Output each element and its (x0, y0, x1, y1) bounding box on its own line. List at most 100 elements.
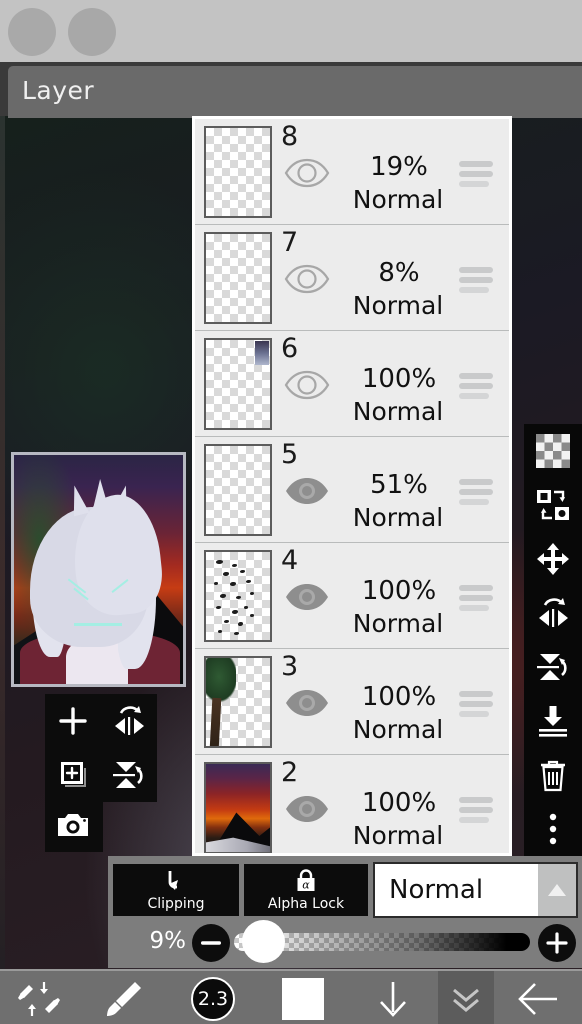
blend-mode-value: Normal (389, 875, 484, 905)
layer-thumbnail[interactable] (204, 656, 272, 748)
layer-drag-handle[interactable] (459, 267, 493, 293)
layer-opacity-value: 100% (361, 576, 437, 606)
rotate-flip-h-button[interactable] (524, 586, 582, 640)
more-vertical-icon (548, 813, 558, 845)
layer-row[interactable]: 8 19% Normal (195, 119, 509, 225)
transparency-button[interactable] (524, 424, 582, 478)
layer-opacity-value: 100% (361, 364, 437, 394)
download-button[interactable] (348, 971, 438, 1024)
color-swatch-button[interactable] (258, 971, 348, 1024)
floating-layer-tools (45, 694, 157, 852)
top-toolbar-strip (0, 0, 582, 62)
opacity-slider-knob[interactable] (242, 920, 285, 963)
move-layer-button[interactable] (524, 532, 582, 586)
layer-thumbnail[interactable] (204, 126, 272, 218)
brush-size-button[interactable]: 2.3 (168, 971, 258, 1024)
layer-opacity-value: 100% (361, 682, 437, 712)
back-button[interactable] (494, 971, 582, 1024)
flip-horizontal-icon (534, 596, 572, 630)
layer-drag-handle[interactable] (459, 373, 493, 399)
layer-number: 7 (281, 227, 299, 258)
layer-drag-handle[interactable] (459, 479, 493, 505)
layer-thumbnail[interactable] (204, 550, 272, 642)
layer-row[interactable]: 3 100% Normal (195, 649, 509, 755)
layer-row[interactable]: 7 8% Normal (195, 225, 509, 331)
clipping-button[interactable]: Clipping (113, 864, 239, 916)
collapse-panel-button[interactable] (438, 971, 494, 1024)
brush-tool-button[interactable] (78, 971, 168, 1024)
layer-blend-mode: Normal (352, 503, 444, 532)
add-layer-button[interactable] (45, 694, 101, 748)
merge-down-button[interactable] (524, 694, 582, 748)
tool-circle-2[interactable] (68, 8, 116, 56)
layer-thumbnail[interactable] (204, 338, 272, 430)
flip-vertical-icon (110, 757, 148, 793)
layer-drag-handle[interactable] (459, 691, 493, 717)
layer-blend-mode: Normal (352, 609, 444, 638)
layer-blend-mode: Normal (352, 715, 444, 744)
opacity-decrease-button[interactable] (192, 924, 230, 962)
merge-down-icon (536, 704, 570, 738)
blend-mode-select[interactable]: Normal (373, 862, 578, 918)
swap-layer-button[interactable] (524, 478, 582, 532)
flip-horizontal-icon (110, 704, 148, 738)
chevron-up-icon (546, 882, 568, 898)
canvas-preview-thumbnail (11, 452, 186, 687)
layer-row[interactable]: 4 100% Normal (195, 543, 509, 649)
layer-drag-handle[interactable] (459, 585, 493, 611)
camera-button[interactable] (45, 798, 101, 852)
layer-thumbnail[interactable] (204, 762, 272, 853)
layer-row[interactable]: 5 51% Normal (195, 437, 509, 543)
transparency-checker (206, 234, 270, 322)
transparency-checker (206, 128, 270, 216)
blend-mode-expand-button[interactable] (538, 864, 576, 916)
more-options-button[interactable] (524, 802, 582, 856)
duplicate-layer-button[interactable] (45, 748, 101, 802)
alpha-lock-icon: α (293, 868, 319, 895)
layer-list-scroll[interactable]: 8 19% Normal 7 8% Normal 6 100% Normal 5… (195, 119, 509, 853)
brush-eraser-swap-button[interactable] (0, 971, 78, 1024)
camera-icon (56, 811, 90, 839)
brush-eraser-swap-icon (16, 978, 62, 1020)
layer-thumbnail[interactable] (204, 232, 272, 324)
flip-horizontal-button[interactable] (101, 694, 157, 748)
layer-blend-mode: Normal (352, 291, 444, 320)
layer-drag-handle[interactable] (459, 161, 493, 187)
alpha-lock-button[interactable]: α Alpha Lock (244, 864, 368, 916)
swap-layers-icon (535, 488, 571, 522)
duplicate-layer-icon (57, 759, 89, 791)
flip-vertical-button[interactable] (101, 748, 157, 802)
canvas-left-edge (0, 116, 5, 969)
layer-number: 8 (281, 121, 299, 152)
size-badge-icon: 2.3 (191, 976, 235, 1021)
page-title: Layer (22, 76, 95, 105)
layer-number: 5 (281, 439, 299, 470)
layer-number: 2 (281, 757, 299, 788)
arrow-down-icon (376, 978, 410, 1020)
layer-row[interactable]: 6 100% Normal (195, 331, 509, 437)
alpha-lock-label: Alpha Lock (267, 895, 345, 912)
rotate-flip-v-button[interactable] (524, 640, 582, 694)
layer-drag-handle[interactable] (459, 797, 493, 823)
preview-glow-mark (74, 623, 122, 626)
move-arrows-icon (536, 542, 570, 576)
ibispaint-layer-screen: Layer 8 19% Normal 7 8% Normal 6 100% No… (0, 0, 582, 1024)
layer-opacity-value: 100% (361, 788, 437, 818)
layer-panel-header: Layer (8, 66, 582, 118)
brush-icon (101, 978, 145, 1020)
layer-opacity-value: 19% (370, 152, 428, 182)
opacity-increase-button[interactable] (538, 924, 576, 962)
layer-blend-mode: Normal (352, 397, 444, 426)
tool-circle-1[interactable] (8, 8, 56, 56)
plus-icon (58, 706, 88, 736)
layer-thumbnail[interactable] (204, 444, 272, 536)
minus-icon (201, 940, 221, 946)
svg-text:α: α (302, 878, 310, 891)
layer-list-panel[interactable]: 8 19% Normal 7 8% Normal 6 100% Normal 5… (192, 116, 512, 856)
clipping-icon (161, 869, 191, 895)
delete-layer-button[interactable] (524, 748, 582, 802)
opacity-value-label: 9% (149, 928, 187, 954)
trash-icon (538, 758, 568, 792)
layer-number: 6 (281, 333, 299, 364)
layer-row[interactable]: 2 100% Normal (195, 755, 509, 853)
